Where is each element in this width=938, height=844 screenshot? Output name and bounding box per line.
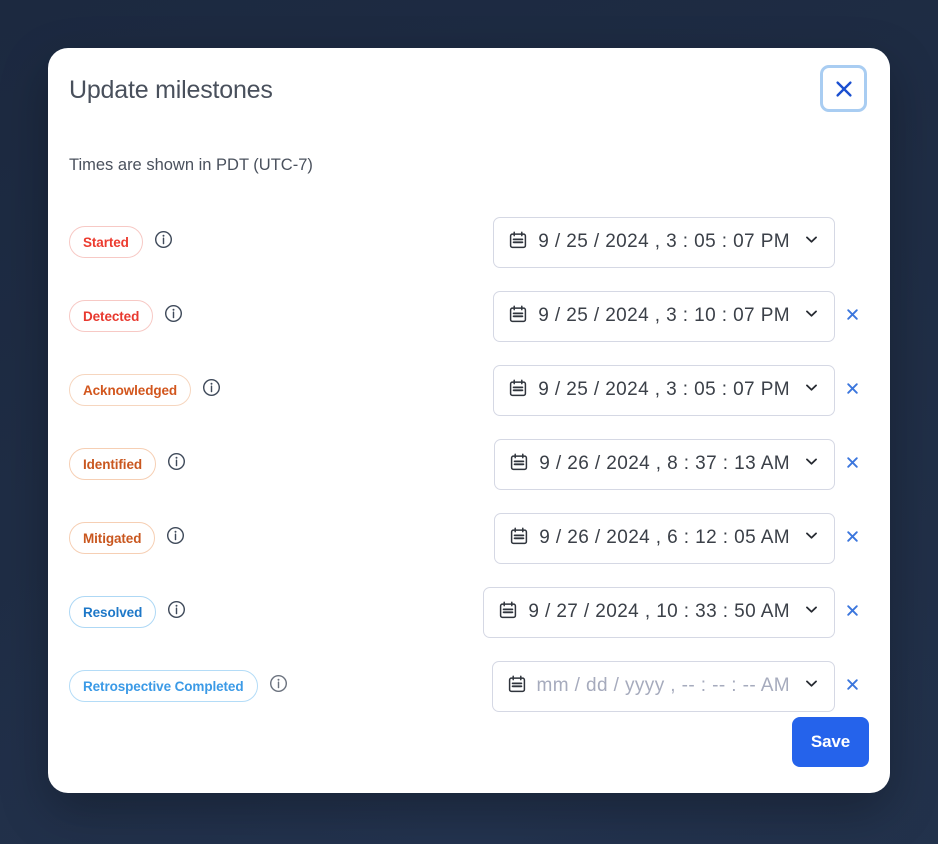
calendar-icon: [508, 230, 528, 255]
milestone-row: Retrospective Completed mm / dd / yyyy ,…: [48, 649, 890, 723]
clear-icon: [845, 603, 860, 621]
chevron-down-icon[interactable]: [802, 230, 821, 254]
milestone-row: Mitigated 9 / 26 / 2024 , 6 : 12 : 05 AM: [48, 501, 890, 575]
milestone-badge: Identified: [69, 448, 156, 480]
chevron-down-icon[interactable]: [802, 600, 821, 624]
update-milestones-dialog: Update milestones Times are shown in PDT…: [48, 48, 890, 793]
milestone-field-cell: 9 / 25 / 2024 , 3 : 05 : 07 PM: [493, 364, 869, 416]
chevron-down-icon[interactable]: [802, 674, 821, 698]
milestone-field-cell: 9 / 26 / 2024 , 6 : 12 : 05 AM: [494, 512, 869, 564]
milestone-field-cell: 9 / 27 / 2024 , 10 : 33 : 50 AM: [483, 586, 869, 638]
datetime-input[interactable]: 9 / 27 / 2024 , 10 : 33 : 50 AM: [483, 586, 835, 638]
calendar-icon: [508, 304, 528, 329]
calendar-icon: [509, 452, 529, 477]
date-value: 9 / 26 / 2024 , 8 : 37 : 13 AM: [539, 453, 790, 474]
clear-icon: [845, 529, 860, 547]
calendar-icon: [498, 600, 518, 625]
milestone-field-cell: mm / dd / yyyy , -- : -- : -- AM: [491, 660, 869, 712]
clear-date-button[interactable]: [835, 455, 869, 473]
milestone-label-cell: Retrospective Completed: [69, 670, 288, 702]
datetime-input[interactable]: 9 / 26 / 2024 , 6 : 12 : 05 AM: [494, 512, 835, 564]
datetime-input[interactable]: 9 / 25 / 2024 , 3 : 05 : 07 PM: [493, 364, 835, 416]
milestone-field-cell: 9 / 25 / 2024 , 3 : 05 : 07 PM: [493, 216, 869, 268]
datetime-input[interactable]: 9 / 25 / 2024 , 3 : 10 : 07 PM: [493, 290, 835, 342]
date-placeholder: mm / dd / yyyy , -- : -- : -- AM: [536, 675, 790, 696]
milestone-rows: Started 9 / 25 / 2024 , 3 : 05 : 07 PM D…: [48, 205, 890, 723]
date-value: 9 / 25 / 2024 , 3 : 05 : 07 PM: [538, 231, 790, 252]
info-icon[interactable]: [164, 304, 183, 328]
clear-icon: [845, 677, 860, 695]
milestone-field-cell: 9 / 25 / 2024 , 3 : 10 : 07 PM: [493, 290, 869, 342]
info-icon[interactable]: [166, 526, 185, 550]
date-value: 9 / 25 / 2024 , 3 : 10 : 07 PM: [538, 305, 790, 326]
calendar-icon: [508, 378, 528, 403]
chevron-down-icon[interactable]: [802, 526, 821, 550]
timezone-note: Times are shown in PDT (UTC-7): [69, 156, 313, 174]
date-value: 9 / 25 / 2024 , 3 : 05 : 07 PM: [538, 379, 790, 400]
info-icon[interactable]: [269, 674, 288, 698]
milestone-badge: Resolved: [69, 596, 157, 628]
milestone-badge: Started: [69, 226, 143, 258]
close-button[interactable]: [820, 65, 867, 112]
info-icon[interactable]: [167, 452, 186, 476]
milestone-label-cell: Identified: [69, 448, 186, 480]
calendar-icon: [507, 674, 527, 699]
clear-date-button[interactable]: [835, 381, 869, 399]
clear-icon: [845, 381, 860, 399]
datetime-input[interactable]: 9 / 26 / 2024 , 8 : 37 : 13 AM: [494, 438, 835, 490]
clear-icon: [845, 455, 860, 473]
milestone-badge: Retrospective Completed: [69, 670, 258, 702]
save-button[interactable]: Save: [792, 717, 869, 767]
milestone-badge: Detected: [69, 300, 154, 332]
dialog-title: Update milestones: [69, 76, 273, 104]
date-value: 9 / 27 / 2024 , 10 : 33 : 50 AM: [528, 601, 790, 622]
info-icon[interactable]: [154, 230, 173, 254]
milestone-badge: Acknowledged: [69, 374, 192, 406]
milestone-label-cell: Started: [69, 226, 173, 258]
date-value: 9 / 26 / 2024 , 6 : 12 : 05 AM: [539, 527, 790, 548]
milestone-row: Detected 9 / 25 / 2024 , 3 : 10 : 07 PM: [48, 279, 890, 353]
clear-date-button[interactable]: [835, 677, 869, 695]
milestone-label-cell: Detected: [69, 300, 183, 332]
milestone-row: Acknowledged 9 / 25 / 2024 , 3 : 05 : 07…: [48, 353, 890, 427]
chevron-down-icon[interactable]: [802, 304, 821, 328]
calendar-icon: [509, 526, 529, 551]
milestone-label-cell: Mitigated: [69, 522, 185, 554]
datetime-input[interactable]: mm / dd / yyyy , -- : -- : -- AM: [491, 660, 835, 712]
milestone-row: Started 9 / 25 / 2024 , 3 : 05 : 07 PM: [48, 205, 890, 279]
milestone-row: Identified 9 / 26 / 2024 , 8 : 37 : 13 A…: [48, 427, 890, 501]
clear-date-button[interactable]: [835, 603, 869, 621]
milestone-row: Resolved 9 / 27 / 2024 , 10 : 33 : 50 AM: [48, 575, 890, 649]
chevron-down-icon[interactable]: [802, 452, 821, 476]
milestone-badge: Mitigated: [69, 522, 156, 554]
clear-date-button[interactable]: [835, 307, 869, 325]
chevron-down-icon[interactable]: [802, 378, 821, 402]
info-icon[interactable]: [202, 378, 221, 402]
milestone-field-cell: 9 / 26 / 2024 , 8 : 37 : 13 AM: [494, 438, 869, 490]
close-icon: [833, 78, 855, 100]
clear-icon: [845, 307, 860, 325]
milestone-label-cell: Acknowledged: [69, 374, 221, 406]
clear-date-button[interactable]: [835, 529, 869, 547]
info-icon[interactable]: [167, 600, 186, 624]
datetime-input[interactable]: 9 / 25 / 2024 , 3 : 05 : 07 PM: [493, 216, 835, 268]
milestone-label-cell: Resolved: [69, 596, 186, 628]
